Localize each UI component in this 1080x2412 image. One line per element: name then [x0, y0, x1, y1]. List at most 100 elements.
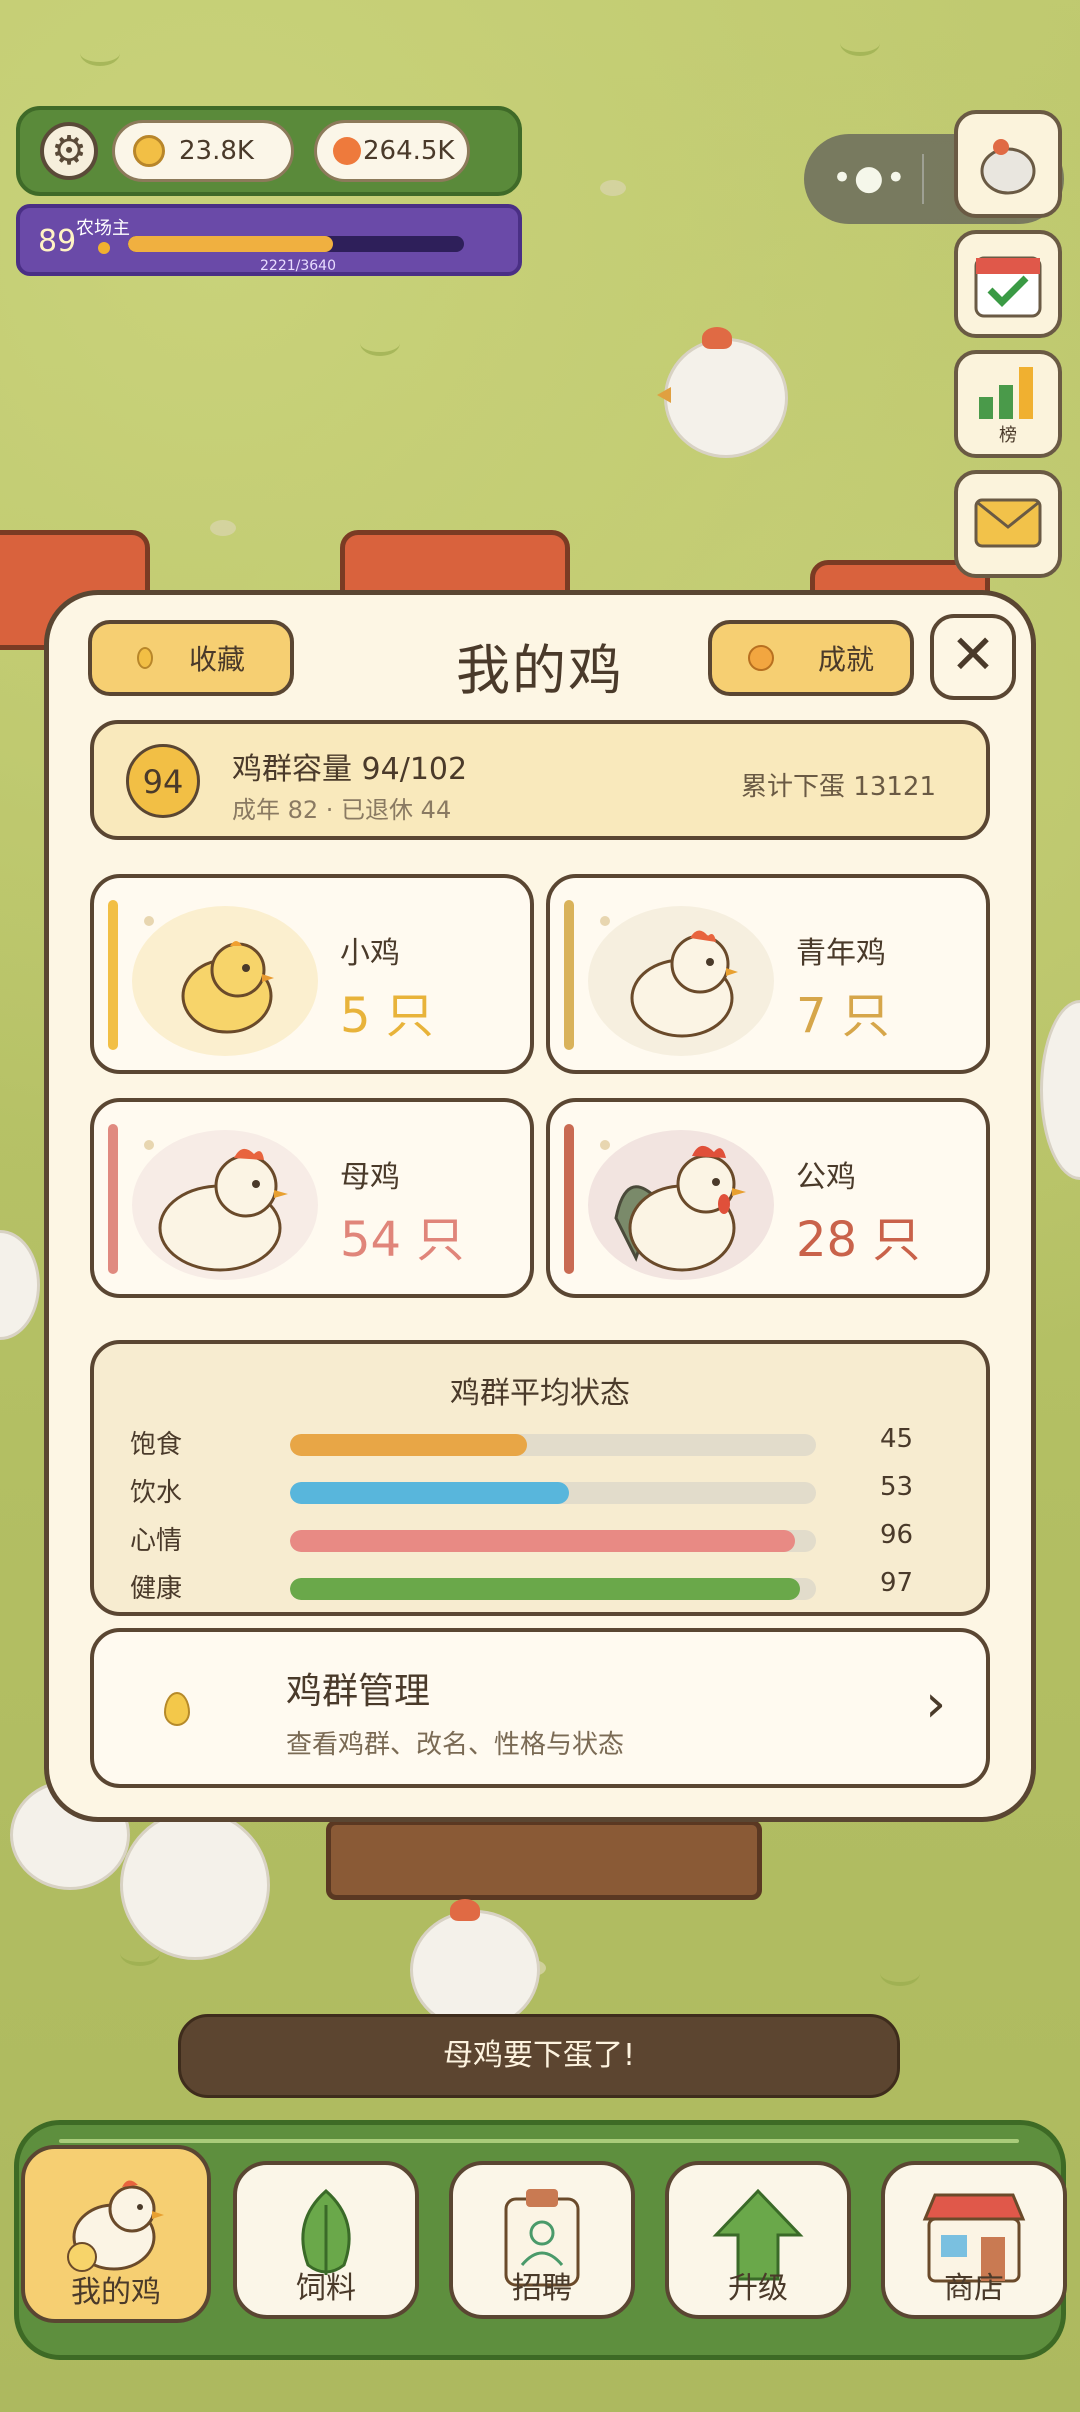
nav-label: 招聘	[512, 2271, 572, 2306]
gem-amount: 264.5K	[363, 136, 455, 166]
rooster-category-card[interactable]: 公鸡 28 只	[546, 1098, 990, 1298]
medal-icon	[747, 645, 774, 671]
stat-row-health: 健康 97	[130, 1564, 950, 1604]
stone	[600, 180, 626, 196]
nav-my-chickens[interactable]: 我的鸡	[21, 2145, 211, 2323]
mail-button[interactable]	[954, 470, 1062, 578]
stat-row-mood: 心情 96	[130, 1516, 950, 1556]
stat-fill	[290, 1482, 569, 1504]
chick-icon	[181, 941, 274, 1034]
nav-shop[interactable]: 商店	[881, 2161, 1067, 2319]
calendar-check-icon	[974, 256, 1042, 318]
stat-label: 饮水	[130, 1478, 183, 1508]
stat-value: 53	[880, 1472, 914, 1502]
gem-icon	[333, 137, 361, 165]
calendar-checkin-button[interactable]	[954, 230, 1062, 338]
card-name: 青年鸡	[796, 936, 886, 971]
card-count: 5 只	[340, 988, 434, 1044]
bottom-nav: 我的鸡 饲料 招聘 升级 商店	[14, 2120, 1067, 2360]
flock-average-status: 鸡群平均状态 饱食 45 饮水 53 心情 96 健康 97	[90, 1340, 990, 1616]
level-title: 农场主	[76, 218, 130, 239]
chicken-sprite[interactable]	[410, 1899, 540, 2030]
achievements-label: 成就	[817, 643, 874, 676]
stats-title: 鸡群平均状态	[450, 1376, 630, 1411]
settings-gear-icon[interactable]: ⚙	[40, 122, 98, 180]
management-title: 鸡群管理	[286, 1671, 431, 1712]
capacity-subtitle: 成年 82 · 已退休 44	[232, 796, 452, 824]
toast-message: 母鸡要下蛋了!	[178, 2014, 900, 2098]
egg-icon	[164, 1692, 190, 1726]
flock-management-button[interactable]: 鸡群管理 查看鸡群、改名、性格与状态 ›	[90, 1628, 990, 1788]
friends-button[interactable]	[954, 110, 1062, 218]
card-stripe	[564, 900, 574, 1050]
card-name: 公鸡	[796, 1160, 856, 1195]
coin-icon	[133, 135, 165, 167]
chicken-avatar-icon	[980, 139, 1036, 195]
chevron-right-icon: ›	[925, 1674, 946, 1734]
xp-fill	[128, 236, 333, 252]
card-dot	[600, 916, 610, 926]
card-dot	[144, 916, 154, 926]
stat-value: 96	[880, 1520, 914, 1550]
nav-feed[interactable]: 饲料	[233, 2161, 419, 2319]
capsule-divider	[922, 154, 924, 204]
envelope-icon	[974, 498, 1042, 548]
chicken-sprite[interactable]	[120, 1799, 270, 1960]
achievements-button[interactable]: 成就	[708, 620, 914, 696]
stat-label: 健康	[130, 1574, 183, 1604]
stat-label: 心情	[130, 1526, 183, 1556]
stat-value: 45	[880, 1424, 914, 1454]
nav-label: 升级	[728, 2271, 788, 2306]
stat-row-water: 饮水 53	[130, 1468, 950, 1508]
stat-row-satiety: 饱食 45	[130, 1420, 950, 1460]
grass-tuft	[80, 40, 120, 66]
nav-label: 商店	[944, 2271, 1004, 2306]
leaderboard-label: 榜	[999, 425, 1017, 446]
level-dot-icon	[98, 242, 110, 254]
chicken-icon	[67, 2180, 164, 2272]
stat-fill	[290, 1530, 795, 1552]
hen-category-card[interactable]: 母鸡 54 只	[90, 1098, 534, 1298]
grass-tuft	[360, 330, 400, 356]
card-name: 小鸡	[340, 936, 400, 971]
nav-label: 饲料	[296, 2271, 356, 2306]
bar-chart-icon	[979, 367, 1033, 419]
coin-counter[interactable]: 23.8K	[112, 120, 294, 182]
xp-track	[128, 236, 464, 252]
stat-track	[290, 1482, 816, 1504]
capacity-title: 鸡群容量 94/102	[232, 752, 468, 787]
nav-recruit[interactable]: 招聘	[449, 2161, 635, 2319]
nav-label: 我的鸡	[71, 2275, 161, 2310]
card-count: 7 只	[796, 988, 890, 1044]
stat-label: 饱食	[130, 1430, 183, 1460]
stat-value: 97	[880, 1568, 914, 1598]
stone	[210, 520, 236, 536]
stat-track	[290, 1578, 816, 1600]
chicken-sprite[interactable]	[657, 327, 788, 458]
stat-track	[290, 1530, 816, 1552]
panel-title: 我的鸡	[456, 639, 624, 702]
chick-category-card[interactable]: 小鸡 5 只	[90, 874, 534, 1074]
fence	[326, 1820, 762, 1900]
management-subtitle: 查看鸡群、改名、性格与状态	[286, 1730, 625, 1760]
card-name: 母鸡	[340, 1160, 400, 1195]
xp-text: 2221/3640	[260, 258, 336, 274]
card-stripe	[108, 900, 118, 1050]
capacity-badge: 94	[126, 744, 200, 818]
gem-counter[interactable]: 264.5K	[314, 120, 470, 182]
level-bar[interactable]: 89 农场主 2221/3640	[16, 204, 522, 276]
grass-tuft	[880, 1960, 920, 1986]
more-menu-icon[interactable]: •●•	[832, 158, 908, 198]
card-count: 28 只	[796, 1212, 921, 1268]
leaderboard-button[interactable]: 榜	[954, 350, 1062, 458]
total-eggs: 累计下蛋 13121	[741, 772, 936, 802]
grass-tuft	[840, 30, 880, 56]
card-stripe	[564, 1124, 574, 1274]
young-chicken-icon	[630, 930, 738, 1038]
nav-upgrade[interactable]: 升级	[665, 2161, 851, 2319]
young-chicken-category-card[interactable]: 青年鸡 7 只	[546, 874, 990, 1074]
level-number: 89	[38, 224, 77, 259]
close-button[interactable]: ✕	[930, 614, 1016, 700]
rooster-icon	[614, 1145, 746, 1272]
resource-bar: ⚙ 23.8K 264.5K	[16, 106, 522, 196]
